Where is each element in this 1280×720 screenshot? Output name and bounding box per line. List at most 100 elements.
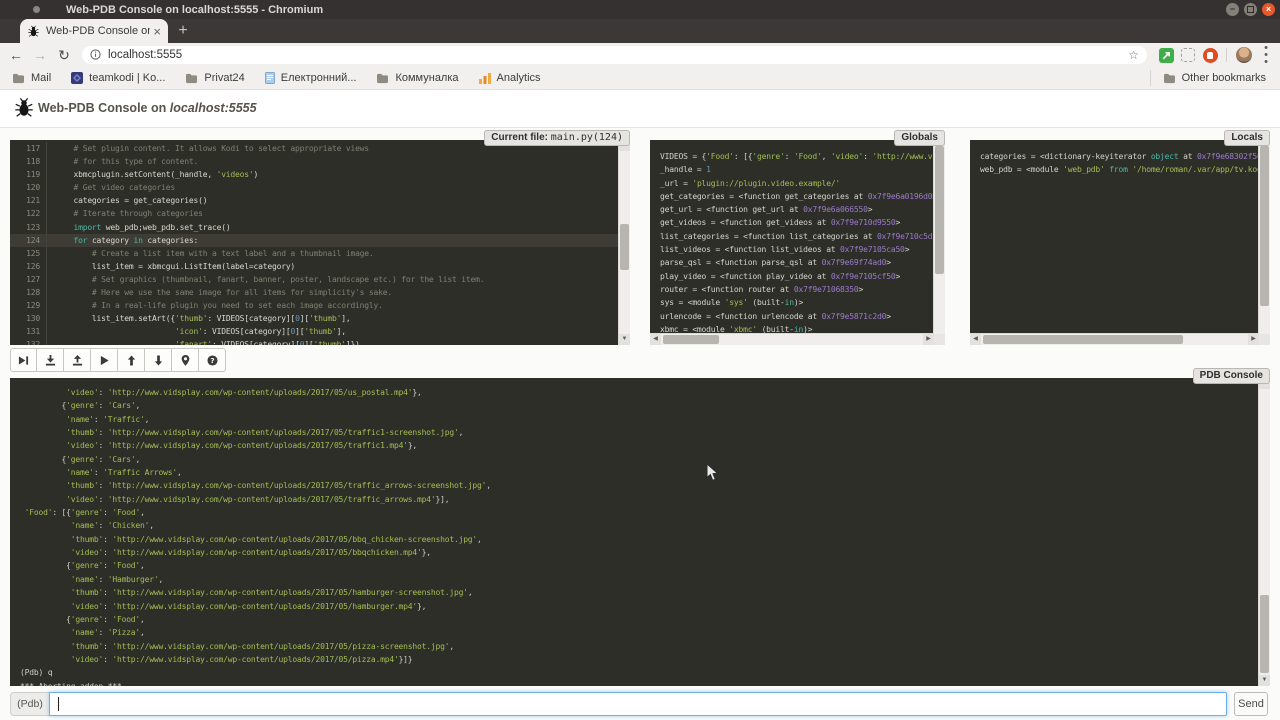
locals-horizontal-scrollbar[interactable]: ◀ ▶ — [970, 333, 1259, 345]
code-vertical-scrollbar[interactable]: ▲ ▼ — [618, 140, 630, 345]
where-button[interactable] — [172, 348, 199, 372]
minimize-button[interactable]: − — [1226, 3, 1239, 16]
extension-adblock-icon[interactable] — [1199, 48, 1221, 63]
variable-line: parse_qsl = <function parse_qsl at 0x7f9… — [660, 256, 933, 269]
console-line: 'name': 'Traffic Arrows', — [20, 466, 1258, 479]
variable-line: xbmc = <module 'xbmc' (built-in)> — [660, 323, 933, 333]
bookmark-item[interactable]: Електронний... — [265, 72, 357, 84]
other-bookmarks-button[interactable]: Other bookmarks — [1150, 70, 1280, 86]
bookmark-item[interactable]: Analytics — [479, 72, 541, 84]
line-number: 125 — [10, 247, 47, 260]
down-button[interactable] — [145, 348, 172, 372]
scroll-right-icon[interactable]: ▶ — [1248, 334, 1259, 345]
up-button[interactable] — [118, 348, 145, 372]
step-button[interactable] — [37, 348, 64, 372]
page-header: Web-PDB Console on localhost:5555 — [0, 90, 1280, 128]
site-info-icon[interactable] — [90, 47, 101, 65]
globals-horizontal-scrollbar[interactable]: ◀ ▶ — [650, 333, 934, 345]
code-line: 126 list_item = xbmcgui.ListItem(label=c… — [10, 260, 618, 273]
console-line: {'genre': 'Cars', — [20, 399, 1258, 412]
console-line: 'thumb': 'http://www.vidsplay.com/wp-con… — [20, 479, 1258, 492]
variable-line: list_videos = <function list_videos at 0… — [660, 243, 933, 256]
code-panel: Current file: main.py(124) 117 # Set plu… — [10, 140, 630, 345]
code-line: 119 xbmcplugin.setContent(_handle, 'vide… — [10, 168, 618, 181]
step-out-icon — [72, 355, 83, 366]
bookmark-item[interactable]: teamkodi | Ko... — [71, 72, 165, 84]
arrow-up-icon — [126, 355, 137, 366]
scrollbar-thumb[interactable] — [620, 224, 629, 270]
text-caret — [58, 697, 59, 711]
toolbar-separator — [1226, 48, 1227, 62]
reload-icon[interactable]: ↻ — [52, 47, 76, 64]
maximize-button[interactable] — [1244, 3, 1257, 16]
code-line: 129 # In a real-life plugin you need to … — [10, 299, 618, 312]
locals-view[interactable]: categories = <dictionary-keyiterator obj… — [970, 140, 1258, 333]
scroll-down-icon[interactable]: ▼ — [619, 334, 630, 345]
variable-line: urlencode = <function urlencode at 0x7f9… — [660, 310, 933, 323]
scroll-left-icon[interactable]: ◀ — [650, 334, 661, 345]
console-line: 'thumb': 'http://www.vidsplay.com/wp-con… — [20, 426, 1258, 439]
bookmarks-bar: Mail teamkodi | Ko... Privat24 Електронний.… — [0, 67, 1280, 90]
window-titlebar[interactable]: Web-PDB Console on localhost:5555 - Chro… — [0, 0, 1280, 19]
scrollbar-thumb[interactable] — [983, 335, 1183, 344]
kodi-icon — [71, 72, 83, 84]
folder-icon — [185, 73, 198, 84]
address-bar[interactable]: localhost:5555 ☆ — [82, 46, 1147, 64]
extension-green-icon[interactable] — [1155, 48, 1177, 63]
extension-disabled-icon[interactable] — [1177, 48, 1199, 62]
command-input[interactable] — [49, 692, 1227, 716]
code-line: 131 'icon': VIDEOS[category][0]['thumb']… — [10, 325, 618, 338]
pdb-console-panel: PDB Console 'video': 'http://www.vidspla… — [10, 378, 1270, 686]
scrollbar-thumb[interactable] — [663, 335, 719, 344]
bookmark-item[interactable]: Коммуналка — [376, 72, 458, 84]
close-button[interactable]: × — [1262, 3, 1275, 16]
other-bookmarks-label: Other bookmarks — [1182, 72, 1266, 84]
line-number: 118 — [10, 155, 47, 168]
scrollbar-thumb[interactable] — [935, 146, 944, 274]
console-vertical-scrollbar[interactable]: ▲ ▼ — [1258, 378, 1270, 686]
forward-icon[interactable]: → — [28, 47, 52, 63]
continue-button[interactable] — [91, 348, 118, 372]
tab-strip: Web-PDB Console on loca × + — [0, 19, 1280, 43]
continue-icon — [99, 355, 110, 366]
console-line: 'video': 'http://www.vidsplay.com/wp-con… — [20, 653, 1258, 666]
folder-icon — [1163, 73, 1176, 84]
bookmark-item[interactable]: Mail — [12, 72, 51, 84]
send-button[interactable]: Send — [1234, 692, 1268, 716]
scrollbar-thumb[interactable] — [1260, 595, 1269, 673]
bookmark-label: Analytics — [497, 72, 541, 84]
locals-vertical-scrollbar[interactable] — [1258, 140, 1270, 334]
line-number: 129 — [10, 299, 47, 312]
globals-vertical-scrollbar[interactable] — [933, 140, 945, 334]
scroll-left-icon[interactable]: ◀ — [970, 334, 981, 345]
next-button[interactable] — [10, 348, 37, 372]
browser-menu-icon[interactable]: ••• — [1256, 45, 1276, 66]
url-text[interactable]: localhost:5555 — [108, 49, 1122, 61]
line-number: 119 — [10, 168, 47, 181]
tab-close-icon[interactable]: × — [153, 25, 161, 38]
code-view[interactable]: 117 # Set plugin content. It allows Kodi… — [10, 142, 618, 345]
code-line: 121 categories = get_categories() — [10, 194, 618, 207]
debugger-toolbar: ? — [10, 348, 226, 372]
console-line: 'thumb': 'http://www.vidsplay.com/wp-con… — [20, 533, 1258, 546]
profile-avatar[interactable] — [1236, 47, 1252, 63]
bookmark-item[interactable]: Privat24 — [185, 72, 244, 84]
variable-line: get_categories = <function get_categorie… — [660, 190, 933, 203]
new-tab-button[interactable]: + — [170, 20, 196, 42]
variable-line: categories = <dictionary-keyiterator obj… — [980, 150, 1258, 163]
code-line: 118 # for this type of content. — [10, 155, 618, 168]
bookmark-star-icon[interactable]: ☆ — [1128, 48, 1139, 62]
console-output[interactable]: 'video': 'http://www.vidsplay.com/wp-con… — [10, 378, 1258, 686]
globals-panel: Globals VIDEOS = {'Food': [{'genre': 'Fo… — [650, 140, 945, 345]
scroll-down-icon[interactable]: ▼ — [1259, 675, 1270, 686]
scroll-right-icon[interactable]: ▶ — [923, 334, 934, 345]
browser-tab[interactable]: Web-PDB Console on loca × — [20, 19, 168, 43]
globals-view[interactable]: VIDEOS = {'Food': [{'genre': 'Food', 'vi… — [650, 140, 933, 333]
scrollbar-thumb[interactable] — [1260, 146, 1269, 306]
help-button[interactable]: ? — [199, 348, 226, 372]
current-file-name: main.py(124) — [551, 132, 623, 143]
console-line: 'name': 'Chicken', — [20, 519, 1258, 532]
current-code-line: 124 for category in categories: — [10, 234, 618, 247]
return-button[interactable] — [64, 348, 91, 372]
back-icon[interactable]: ← — [4, 47, 28, 63]
